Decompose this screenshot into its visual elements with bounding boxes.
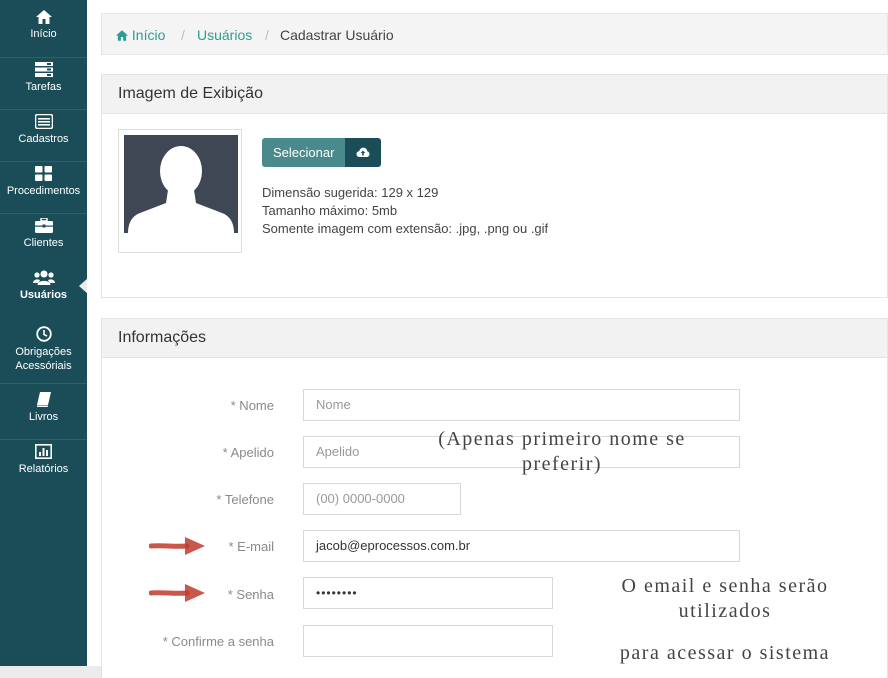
avatar-placeholder	[124, 135, 238, 233]
sidebar-item-procedimentos[interactable]: Procedimentos	[0, 166, 87, 214]
sidebar-item-cadastros[interactable]: Cadastros	[0, 114, 87, 162]
breadcrumb-home-label: Início	[131, 27, 166, 43]
login-annotation: O email e senha serão utilizados para ac…	[587, 574, 863, 666]
home-icon	[116, 30, 128, 41]
home-icon	[35, 10, 52, 24]
sidebar-item-label: Usuários	[19, 289, 68, 301]
sidebar-item-clientes[interactable]: Clientes	[0, 218, 87, 260]
login-annotation-line: utilizados	[678, 600, 772, 622]
sidebar-item-label: Tarefas	[25, 81, 62, 93]
main-content: Início / Usuários / Cadastrar Usuário Im…	[87, 0, 888, 678]
sidebar-divider	[0, 109, 87, 110]
apelido-label: * Apelido	[222, 445, 274, 460]
breadcrumb-separator: /	[265, 27, 269, 43]
book-icon	[36, 392, 51, 407]
sidebar-item-tarefas[interactable]: Tarefas	[0, 62, 87, 110]
sidebar-item-label: Procedimentos	[6, 185, 81, 197]
list-icon	[34, 114, 53, 129]
sidebar: Início Tarefas Cadastros Procedimentos C…	[0, 0, 88, 666]
sidebar-item-label: Início	[30, 28, 57, 40]
avatar-preview	[118, 129, 242, 253]
sidebar-item-inicio[interactable]: Início	[0, 10, 87, 58]
telefone-label: * Telefone	[216, 492, 274, 507]
arrow-right-icon	[149, 537, 205, 555]
sidebar-item-label-2: Acessóriais	[15, 360, 72, 372]
telefone-input[interactable]: (00) 0000-0000	[303, 483, 461, 515]
senha-input[interactable]: ••••••••	[303, 577, 553, 609]
sidebar-item-obrigacoes[interactable]: Obrigações Acessóriais	[0, 326, 87, 384]
breadcrumb-usuarios[interactable]: Usuários	[197, 27, 252, 43]
apelido-annotation: (Apenas primeiro nome se preferir)	[407, 427, 717, 477]
sidebar-item-livros[interactable]: Livros	[0, 392, 87, 440]
sidebar-item-label: Clientes	[23, 237, 64, 249]
email-input[interactable]: jacob@eprocessos.com.br	[303, 530, 740, 562]
nome-label: * Nome	[230, 398, 274, 413]
sidebar-item-usuarios[interactable]: Usuários	[0, 270, 87, 312]
briefcase-icon	[34, 218, 53, 233]
sidebar-divider	[0, 57, 87, 58]
breadcrumb-home[interactable]: Início	[116, 27, 165, 43]
breadcrumb-separator: /	[181, 27, 185, 43]
apelido-annotation-line: (Apenas primeiro nome se	[438, 428, 686, 450]
confirme-senha-label: * Confirme a senha	[162, 634, 274, 649]
login-annotation-line: O email e senha serão	[621, 575, 829, 597]
image-panel-title: Imagem de Exibição	[102, 75, 887, 114]
arrow-right-icon	[149, 584, 205, 602]
sidebar-divider	[0, 161, 87, 162]
breadcrumb-current: Cadastrar Usuário	[280, 27, 394, 43]
chart-icon	[35, 444, 52, 459]
hint-dimension: Dimensão sugerida: 129 x 129	[262, 185, 439, 200]
clock-icon	[35, 326, 52, 342]
login-annotation-line: para acessar o sistema	[619, 642, 831, 664]
avatar-silhouette-icon	[128, 146, 234, 233]
sidebar-item-label: Obrigações	[15, 346, 72, 358]
grid-icon	[35, 166, 52, 181]
breadcrumb: Início / Usuários / Cadastrar Usuário	[101, 13, 888, 55]
image-upload-group: Selecionar	[262, 138, 382, 167]
cloud-upload-icon	[356, 147, 370, 157]
sidebar-divider	[0, 439, 87, 440]
info-panel-title: Informações	[102, 319, 887, 358]
tasks-icon	[34, 62, 53, 77]
hint-extension: Somente imagem com extensão: .jpg, .png …	[262, 221, 549, 236]
sidebar-item-label: Livros	[28, 411, 59, 423]
image-panel: Imagem de Exibição Selecionar Dimensão s…	[101, 74, 888, 298]
sidebar-divider	[0, 213, 87, 214]
sidebar-item-relatorios[interactable]: Relatórios	[0, 444, 87, 486]
users-icon	[32, 270, 55, 285]
upload-button[interactable]	[345, 138, 382, 167]
sidebar-item-label: Relatórios	[18, 463, 69, 475]
select-image-button[interactable]: Selecionar	[262, 138, 346, 167]
apelido-annotation-line: preferir)	[521, 453, 603, 475]
confirme-senha-input[interactable]	[303, 625, 553, 657]
nome-input[interactable]: Nome	[303, 389, 740, 421]
sidebar-item-label: Cadastros	[18, 133, 69, 145]
sidebar-divider	[0, 383, 87, 384]
hint-size: Tamanho máximo: 5mb	[262, 203, 398, 218]
